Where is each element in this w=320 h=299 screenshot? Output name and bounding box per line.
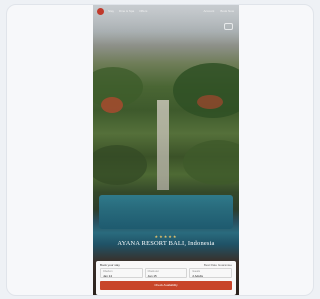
garden-path — [157, 100, 169, 190]
preview-card: Stay Dine & Spa Offers Account Book Now … — [6, 4, 314, 296]
check-out-field[interactable]: Check-out Jan 15 — [144, 268, 188, 278]
top-actions: Account Book Now — [203, 9, 234, 13]
tree-cluster — [101, 97, 123, 113]
mobile-page-preview[interactable]: Stay Dine & Spa Offers Account Book Now … — [93, 5, 239, 295]
nav-link[interactable]: Offers — [139, 9, 147, 13]
pool — [99, 195, 233, 229]
tree-cluster — [197, 95, 223, 109]
brand-logo[interactable] — [97, 8, 104, 15]
menu-icon[interactable] — [224, 23, 233, 30]
check-in-field[interactable]: Check-in Jan 14 — [100, 268, 143, 278]
booking-fields: Check-in Jan 14 Check-out Jan 15 Guests … — [100, 268, 233, 278]
nav-link[interactable]: Stay — [108, 9, 114, 13]
booking-widget: Book your stay Best Rate Guarantee Check… — [96, 261, 236, 295]
guests-field[interactable]: Guests 2 Adults — [189, 268, 233, 278]
tree-cluster — [183, 140, 239, 185]
nav-link[interactable]: Dine & Spa — [119, 9, 134, 13]
tree-cluster — [93, 145, 147, 185]
field-value: 2 Adults — [192, 273, 204, 278]
top-nav: Stay Dine & Spa Offers Account Book Now — [93, 5, 239, 19]
best-rate-link[interactable]: Best Rate Guarantee — [204, 263, 232, 267]
check-availability-button[interactable]: Check Availability — [100, 281, 232, 290]
nav-links: Stay Dine & Spa Offers — [108, 9, 147, 13]
booking-title: Book your stay — [100, 263, 120, 267]
account-link[interactable]: Account — [203, 9, 214, 13]
field-value: Jan 14 — [103, 273, 113, 278]
rating-stars: ★★★★★ — [154, 234, 178, 239]
field-value: Jan 15 — [147, 273, 157, 278]
tree-cluster — [173, 63, 239, 118]
book-now-link[interactable]: Book Now — [220, 9, 234, 13]
hotel-title: AYANA RESORT BALI, Indonesia — [117, 240, 215, 247]
